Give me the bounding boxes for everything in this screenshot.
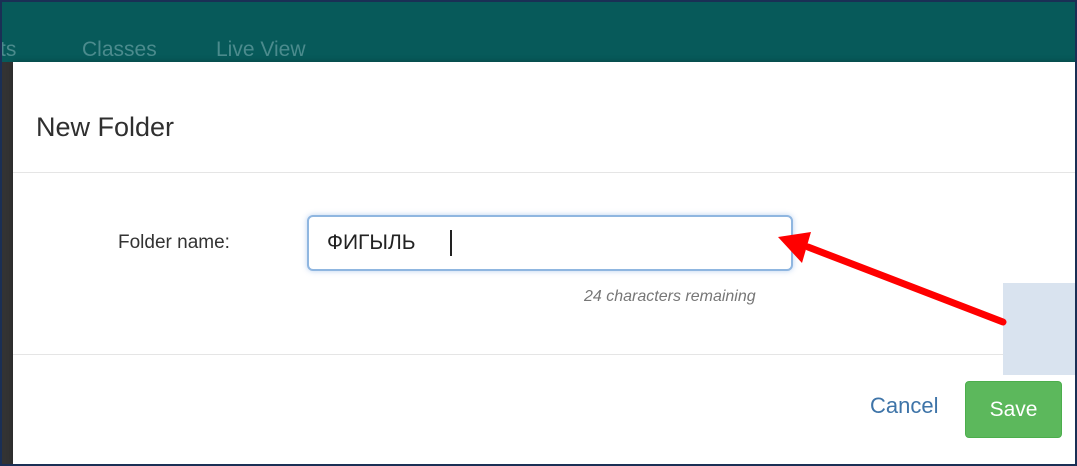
- nav-item-partial[interactable]: ts: [0, 38, 16, 62]
- characters-remaining: 24 characters remaining: [584, 288, 756, 305]
- top-navigation: ts Classes Live View: [0, 0, 1077, 62]
- nav-item-live-view[interactable]: Live View: [216, 38, 306, 62]
- save-button[interactable]: Save: [965, 381, 1062, 438]
- highlight-overlay: [1003, 283, 1077, 375]
- screenshot-frame: ts Classes Live View New Folder Folder n…: [0, 0, 1077, 466]
- dialog-title: New Folder: [36, 112, 175, 142]
- text-caret: [450, 230, 452, 256]
- cancel-button[interactable]: Cancel: [870, 393, 938, 419]
- footer-divider: [13, 354, 1077, 355]
- nav-item-classes[interactable]: Classes: [82, 38, 157, 62]
- new-folder-dialog: New Folder Folder name: 24 characters re…: [13, 62, 1077, 464]
- header-divider: [13, 172, 1077, 173]
- folder-name-input[interactable]: [307, 215, 793, 271]
- folder-name-label: Folder name:: [118, 232, 230, 253]
